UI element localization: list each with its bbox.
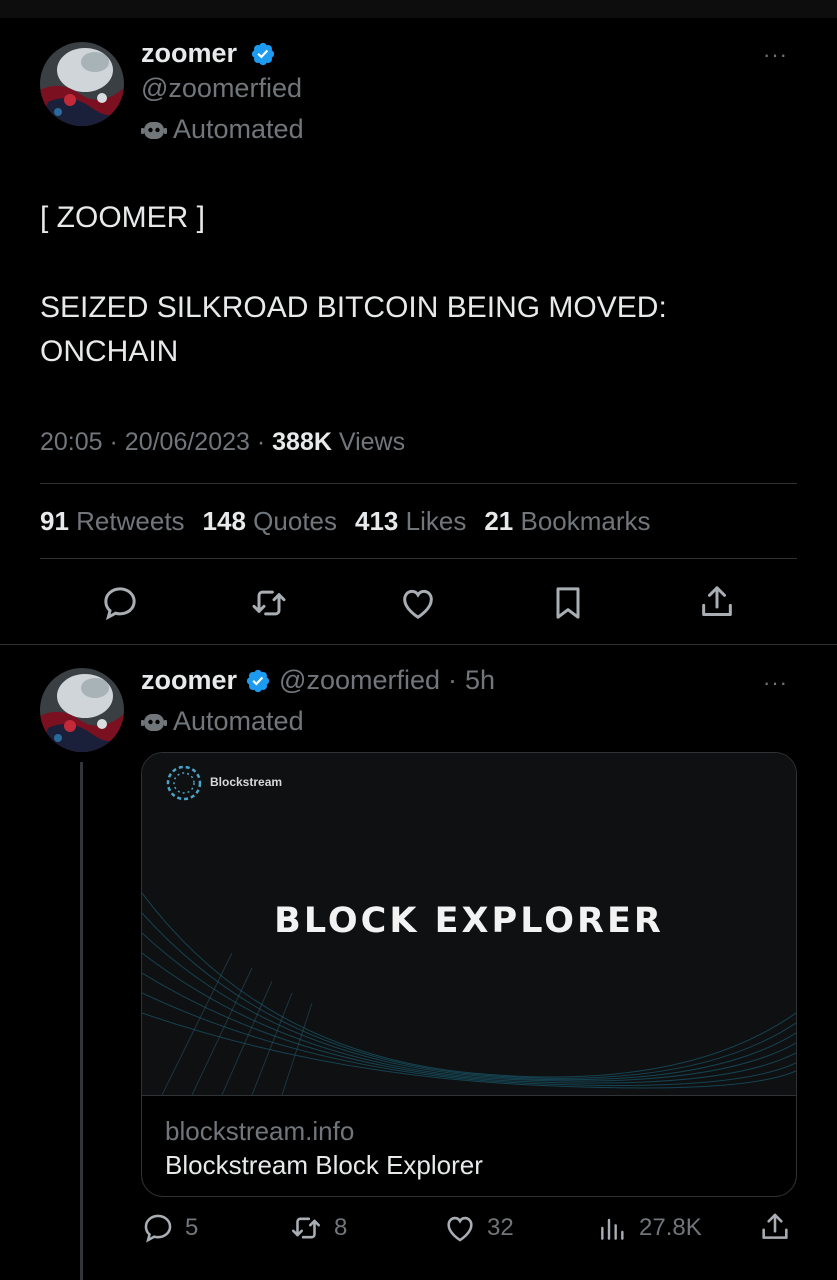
card-domain: blockstream.info xyxy=(165,1116,355,1146)
card-title: Blockstream Block Explorer xyxy=(165,1150,483,1180)
blockstream-logo-icon xyxy=(166,765,202,801)
quotes-label: Quotes xyxy=(253,506,337,536)
meta-separator: · xyxy=(109,428,125,456)
reply-button[interactable] xyxy=(100,583,140,623)
retweet-icon xyxy=(291,1217,321,1239)
like-count: 32 xyxy=(487,1214,514,1241)
card-image: Blockstream BLOCK EXPLORER xyxy=(142,753,796,1095)
tweet-text-line: ONCHAIN xyxy=(40,335,179,368)
like-icon xyxy=(403,589,433,619)
bookmark-button[interactable] xyxy=(548,583,588,623)
avatar[interactable] xyxy=(40,42,124,126)
retweets-count: 91 xyxy=(40,506,69,536)
bookmarks-stat[interactable]: 21 Bookmarks xyxy=(484,506,650,537)
bookmark-icon xyxy=(556,587,580,619)
reply-button[interactable]: 5 xyxy=(141,1211,198,1245)
thread-line xyxy=(80,762,83,1280)
engagement-stats: 91 Retweets 148 Quotes 413 Likes 21 Book… xyxy=(40,506,651,537)
quotes-count: 148 xyxy=(202,506,246,536)
divider xyxy=(40,483,797,484)
tweet-text-line: SEIZED SILKROAD BITCOIN BEING MOVED: xyxy=(40,291,667,324)
retweet-icon xyxy=(252,590,286,616)
card-headline: BLOCK EXPLORER xyxy=(274,901,664,941)
tweet-text-line: [ ZOOMER ] xyxy=(40,201,205,234)
share-button[interactable] xyxy=(758,1209,792,1245)
divider xyxy=(0,644,837,645)
automated-text: Automated xyxy=(173,706,304,736)
card-brand: Blockstream xyxy=(210,775,283,789)
author-handle[interactable]: @zoomerfied xyxy=(279,665,440,696)
share-button[interactable] xyxy=(697,581,737,623)
views-button[interactable]: 27.8K xyxy=(597,1211,702,1245)
retweet-count: 8 xyxy=(334,1214,348,1241)
share-icon xyxy=(762,1213,788,1239)
likes-stat[interactable]: 413 Likes xyxy=(355,506,466,537)
retweets-stat[interactable]: 91 Retweets xyxy=(40,506,185,537)
views-count: 27.8K xyxy=(639,1214,702,1241)
verified-badge-icon xyxy=(246,669,270,692)
bookmarks-count: 21 xyxy=(484,506,514,536)
more-options-button[interactable]: ··· xyxy=(763,42,788,68)
likes-count: 413 xyxy=(355,506,399,536)
views-count: 388K xyxy=(272,428,332,456)
views-icon xyxy=(601,1218,624,1240)
tweet-date[interactable]: 20/06/2023 xyxy=(125,428,250,456)
divider xyxy=(40,558,797,559)
reply-icon xyxy=(144,1214,172,1243)
retweet-button[interactable]: 8 xyxy=(288,1211,347,1245)
robot-icon xyxy=(141,713,167,731)
link-preview-card[interactable]: Blockstream BLOCK EXPLORER blockstream.i… xyxy=(141,752,797,1197)
author-name[interactable]: zoomer xyxy=(141,665,237,696)
reply-count: 5 xyxy=(185,1214,199,1241)
quotes-stat[interactable]: 148 Quotes xyxy=(203,506,337,537)
author-name[interactable]: zoomer xyxy=(141,38,237,69)
meta-separator: · xyxy=(448,665,458,695)
likes-label: Likes xyxy=(405,506,467,536)
top-status-bar xyxy=(0,0,837,18)
share-icon xyxy=(702,586,732,616)
tweet-text: [ ZOOMER ] SEIZED SILKROAD BITCOIN BEING… xyxy=(40,196,800,374)
reply-header: zoomer @zoomerfied · 5h xyxy=(141,665,495,696)
card-footer: blockstream.info Blockstream Block Explo… xyxy=(142,1095,796,1196)
tweet-time[interactable]: 20:05 xyxy=(40,428,103,456)
retweet-button[interactable] xyxy=(248,583,290,623)
automated-label: Automated xyxy=(141,114,304,145)
verified-badge-icon xyxy=(251,42,275,66)
reply-icon xyxy=(104,587,136,621)
automated-text: Automated xyxy=(173,114,304,144)
author-handle[interactable]: @zoomerfied xyxy=(141,73,302,104)
like-button[interactable] xyxy=(398,583,438,623)
avatar[interactable] xyxy=(40,668,124,752)
more-options-button[interactable]: ··· xyxy=(763,670,788,696)
retweets-label: Retweets xyxy=(76,506,185,536)
tweet-meta: 20:05 · 20/06/2023 · 388K Views xyxy=(40,428,405,457)
like-icon xyxy=(447,1216,473,1242)
robot-icon xyxy=(141,121,167,139)
like-button[interactable]: 32 xyxy=(443,1211,514,1245)
views-label: Views xyxy=(338,428,406,456)
meta-separator: · xyxy=(256,428,273,456)
bookmarks-label: Bookmarks xyxy=(520,506,651,536)
tweet-age[interactable]: 5h xyxy=(465,665,495,696)
automated-label: Automated xyxy=(141,706,304,737)
